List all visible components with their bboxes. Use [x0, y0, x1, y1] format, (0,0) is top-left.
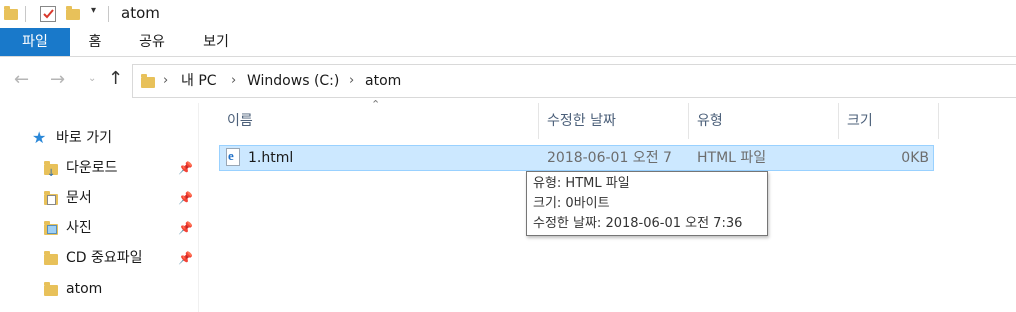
file-name: 1.html: [248, 150, 294, 166]
customize-toolbar-icon[interactable]: ▾: [91, 5, 96, 16]
properties-icon[interactable]: [40, 6, 56, 22]
chevron-right-icon[interactable]: ›: [231, 65, 236, 97]
address-bar[interactable]: › 내 PC › Windows (C:) › atom: [132, 64, 1016, 98]
tab-view[interactable]: 보기: [194, 28, 238, 56]
star-icon: ★: [32, 128, 47, 147]
column-header-type[interactable]: 유형: [689, 103, 839, 139]
breadcrumb-this-pc[interactable]: 내 PC: [181, 65, 217, 97]
sidebar-item-downloads[interactable]: ↓ 다운로드 📌: [0, 153, 198, 183]
window-title: atom: [121, 4, 160, 22]
column-header-modified[interactable]: 수정한 날짜: [539, 103, 689, 139]
table-row[interactable]: e 1.html 2018-06-01 오전 7 HTML 파일 0KB: [219, 145, 934, 171]
title-divider: [108, 6, 109, 22]
tab-home[interactable]: 홈: [78, 28, 112, 56]
recent-locations-icon[interactable]: ⌄: [88, 73, 96, 84]
sidebar-item-label: 바로 가기: [56, 130, 112, 146]
sidebar-item-quick-access[interactable]: ★ 바로 가기: [0, 123, 198, 153]
ribbon-tabs: 파일 홈 공유 보기: [0, 28, 1016, 57]
picture-icon: [47, 225, 57, 234]
sidebar-item-label: atom: [66, 281, 103, 297]
tooltip-type: 유형: HTML 파일: [533, 176, 630, 191]
chevron-right-icon[interactable]: ›: [349, 65, 354, 97]
tooltip-size: 크기: 0바이트: [533, 196, 610, 211]
tab-file[interactable]: 파일: [0, 28, 70, 56]
file-modified: 2018-06-01 오전 7: [547, 150, 672, 166]
pin-icon[interactable]: 📌: [178, 243, 193, 273]
sidebar-item-atom[interactable]: atom: [0, 274, 198, 304]
new-folder-icon[interactable]: [66, 6, 80, 20]
folder-icon: [44, 282, 58, 296]
pin-icon[interactable]: 📌: [178, 213, 193, 243]
sidebar-item-cd-files[interactable]: CD 중요파일 📌: [0, 243, 198, 273]
file-size: 0KB: [901, 150, 929, 166]
breadcrumb-drive[interactable]: Windows (C:): [247, 65, 339, 97]
up-arrow-icon[interactable]: ↑: [108, 68, 123, 89]
document-page-icon: [47, 195, 56, 205]
sidebar-item-pictures[interactable]: 사진 📌: [0, 213, 198, 243]
title-bar: ▾ atom: [0, 0, 1016, 28]
sidebar-item-documents[interactable]: 문서 📌: [0, 183, 198, 213]
folder-icon: [4, 6, 18, 20]
folder-icon: [141, 74, 155, 88]
back-arrow-icon[interactable]: ←: [14, 69, 29, 90]
pin-icon[interactable]: 📌: [178, 153, 193, 183]
folder-icon: [44, 251, 58, 265]
tooltip-modified: 수정한 날짜: 2018-06-01 오전 7:36: [533, 216, 743, 231]
sidebar-item-label: 문서: [66, 190, 92, 206]
column-header-size[interactable]: 크기: [839, 103, 939, 139]
file-info-tooltip: 유형: HTML 파일 크기: 0바이트 수정한 날짜: 2018-06-01 …: [526, 171, 768, 236]
file-type: HTML 파일: [697, 150, 767, 166]
navigation-pane: ★ 바로 가기 ↓ 다운로드 📌 문서 📌 사진 📌 CD 중요파일 📌 ato…: [0, 103, 199, 312]
pin-icon[interactable]: 📌: [178, 183, 193, 213]
breadcrumb-atom[interactable]: atom: [365, 65, 401, 97]
html-file-icon: e: [226, 148, 240, 166]
title-divider: [25, 6, 26, 22]
chevron-right-icon[interactable]: ›: [163, 65, 168, 97]
sidebar-item-label: 사진: [66, 220, 92, 236]
forward-arrow-icon[interactable]: →: [50, 69, 65, 90]
sidebar-item-label: 다운로드: [66, 160, 118, 176]
tab-share[interactable]: 공유: [130, 28, 174, 56]
sidebar-item-label: CD 중요파일: [66, 250, 143, 266]
column-header-name[interactable]: 이름: [219, 103, 539, 139]
